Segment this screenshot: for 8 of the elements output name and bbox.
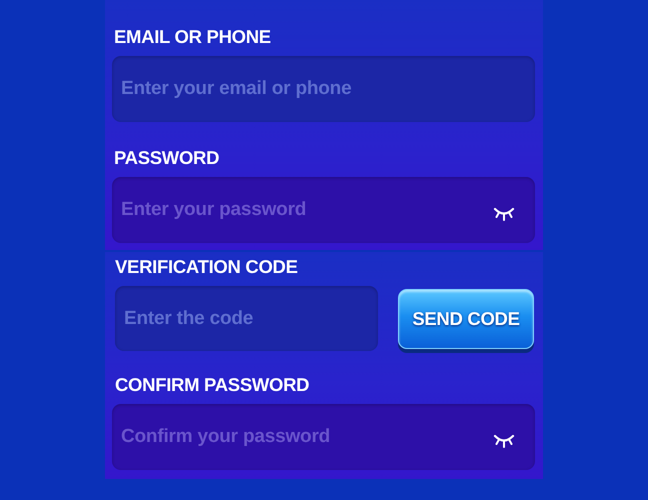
field-label: PASSWORD xyxy=(114,147,220,169)
code-field[interactable]: Enter the code xyxy=(115,286,378,351)
field-label: CONFIRM PASSWORD xyxy=(115,374,310,396)
password-field[interactable]: Confirm your password xyxy=(112,404,535,470)
field-label: VERIFICATION CODE xyxy=(115,256,298,278)
field-label: EMAIL OR PHONE xyxy=(114,26,271,48)
input-field[interactable]: Enter your email or phone xyxy=(112,56,535,122)
password-field[interactable]: Enter your password xyxy=(112,177,535,243)
